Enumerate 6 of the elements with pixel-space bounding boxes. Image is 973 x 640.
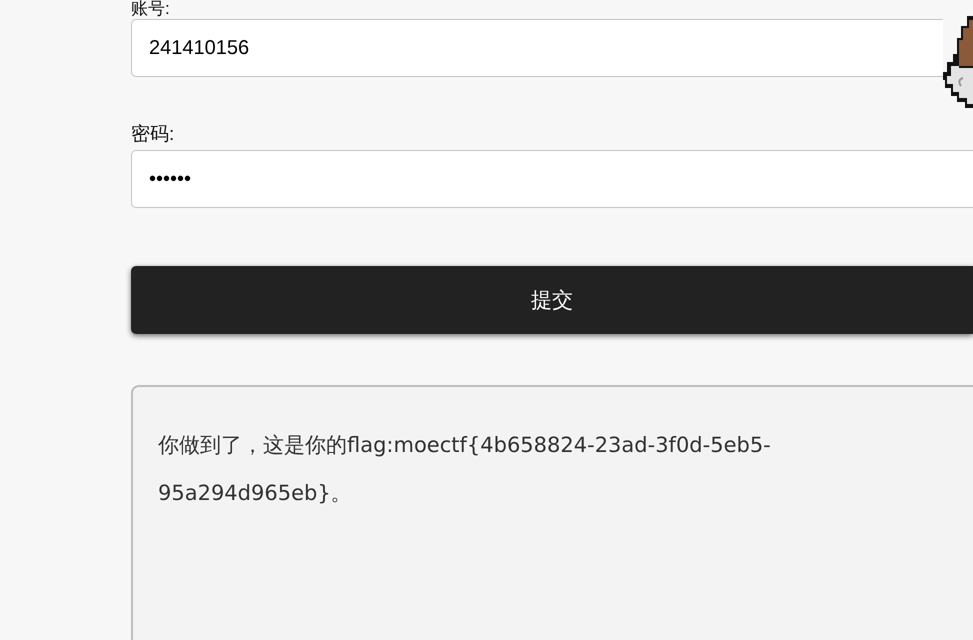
submit-button[interactable]: 提交 xyxy=(131,266,973,334)
field-label: 账号: xyxy=(131,0,170,18)
field-label: 密码: xyxy=(131,125,174,144)
input-field[interactable]: 241410156 xyxy=(131,19,943,77)
input-field[interactable]: •••••• xyxy=(131,150,973,208)
flag-message: 你做到了，这是你的flag:moectf{4b658824-23ad-3f0d-5eb5-95a294d965eb}。 xyxy=(158,432,772,507)
